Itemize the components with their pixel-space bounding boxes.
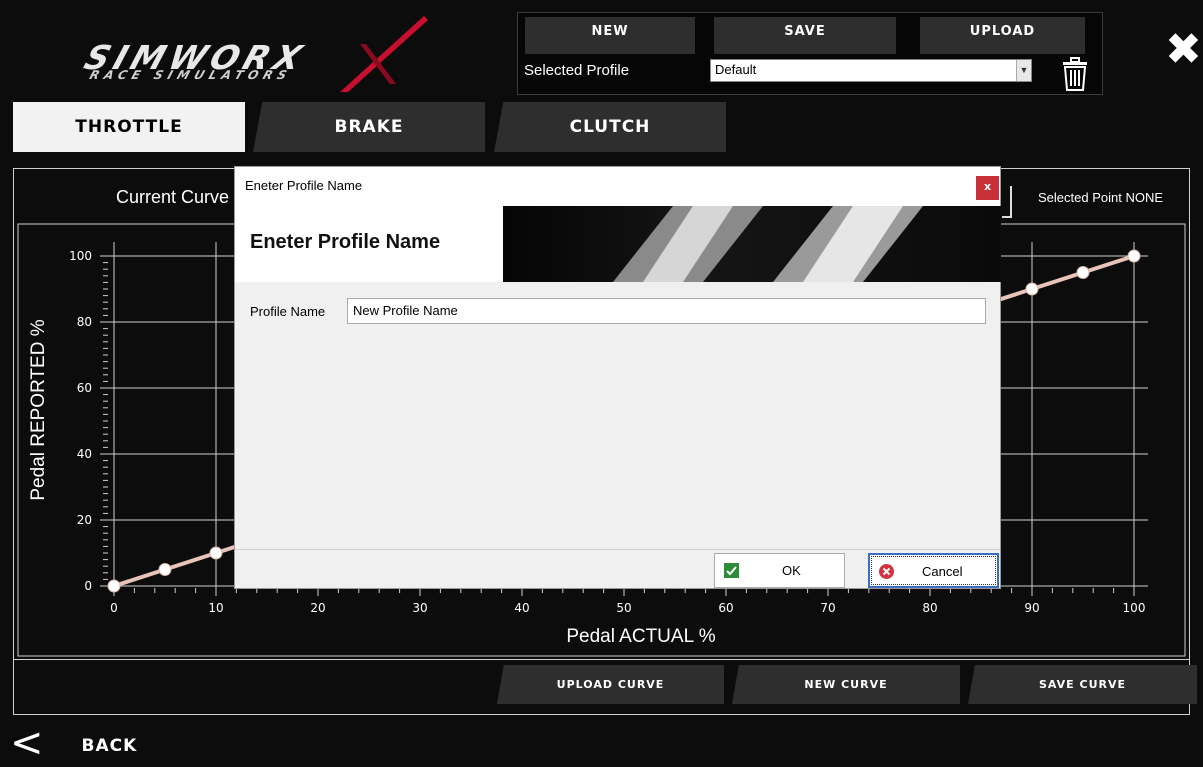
ok-label: OK	[782, 563, 801, 578]
x-tick-label: 80	[922, 601, 937, 615]
y-tick-label: 60	[77, 381, 92, 395]
curve-point[interactable]	[1076, 266, 1090, 279]
cancel-icon	[879, 564, 894, 579]
dialog-title: Eneter Profile Name	[245, 178, 363, 193]
profile-name-input[interactable]: New Profile Name	[347, 298, 986, 324]
profile-name-label: Profile Name	[250, 304, 326, 319]
curve-point[interactable]	[1127, 249, 1141, 263]
back-button[interactable]: < BACK	[10, 723, 138, 764]
profile-name-dialog: Eneter Profile Name x Eneter Profile Nam…	[234, 166, 1001, 589]
dialog-titlebar: Eneter Profile Name x	[235, 167, 1000, 206]
upload-curve-button[interactable]: UPLOAD CURVE	[497, 665, 724, 704]
back-label: BACK	[81, 736, 138, 756]
chevron-left-icon: <	[10, 720, 44, 766]
dialog-heading: Eneter Profile Name	[250, 231, 441, 253]
x-tick-label: 90	[1024, 601, 1039, 615]
curve-point[interactable]	[1025, 282, 1039, 296]
y-tick-label: 0	[84, 579, 92, 593]
x-tick-label: 50	[616, 601, 631, 615]
new-curve-button[interactable]: NEW CURVE	[732, 665, 960, 704]
y-tick-label: 40	[77, 447, 92, 461]
x-tick-label: 40	[514, 601, 529, 615]
x-tick-label: 10	[208, 601, 223, 615]
cancel-button[interactable]: Cancel	[868, 553, 999, 588]
y-tick-label: 80	[77, 315, 92, 329]
dialog-divider	[235, 549, 1000, 550]
y-tick-label: 100	[69, 249, 92, 263]
x-tick-label: 30	[412, 601, 427, 615]
ok-button[interactable]: OK	[714, 553, 845, 588]
x-tick-label: 20	[310, 601, 325, 615]
curve-point[interactable]	[209, 546, 223, 560]
dialog-close-button[interactable]: x	[976, 176, 999, 200]
x-tick-label: 0	[110, 601, 118, 615]
cancel-label: Cancel	[922, 564, 963, 579]
x-tick-label: 70	[820, 601, 835, 615]
save-curve-button[interactable]: SAVE CURVE	[968, 665, 1197, 704]
curve-point[interactable]	[158, 563, 172, 576]
x-tick-label: 100	[1123, 601, 1146, 615]
y-tick-label: 20	[77, 513, 92, 527]
dialog-banner-image	[503, 206, 1001, 282]
check-icon	[724, 563, 739, 578]
curve-point[interactable]	[107, 579, 121, 593]
x-axis-label: Pedal ACTUAL %	[566, 626, 715, 647]
y-axis-label: Pedal REPORTED %	[28, 319, 49, 500]
x-tick-label: 60	[718, 601, 733, 615]
